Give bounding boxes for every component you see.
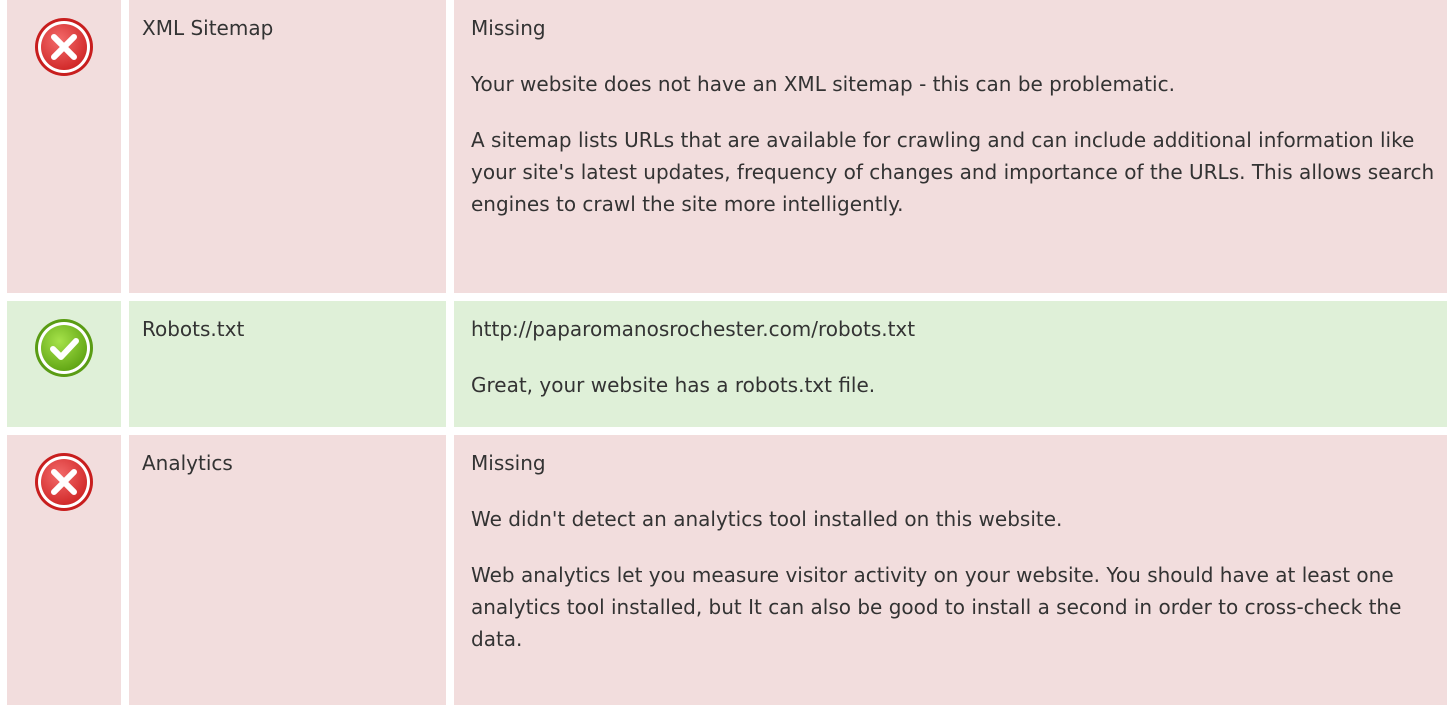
- check-details: http://paparomanosrochester.com/robots.t…: [454, 301, 1447, 427]
- status-cell: [7, 0, 121, 293]
- check-value: Missing: [471, 16, 546, 40]
- check-explanation: A sitemap lists URLs that are available …: [471, 128, 1435, 216]
- check-label: Robots.txt: [129, 301, 446, 427]
- check-label: Analytics: [129, 435, 446, 705]
- check-details: Missing Your website does not have an XM…: [454, 0, 1447, 293]
- check-summary: Your website does not have an XML sitema…: [471, 72, 1175, 96]
- status-cell: [7, 435, 121, 705]
- success-check-icon: [33, 317, 95, 427]
- check-label: XML Sitemap: [129, 0, 446, 293]
- check-explanation: Web analytics let you measure visitor ac…: [471, 563, 1402, 651]
- check-value: http://paparomanosrochester.com/robots.t…: [471, 317, 916, 341]
- check-row-robots-txt: Robots.txt http://paparomanosrochester.c…: [0, 301, 1454, 427]
- check-summary: Great, your website has a robots.txt fil…: [471, 373, 876, 397]
- check-row-xml-sitemap: XML Sitemap Missing Your website does no…: [0, 0, 1454, 293]
- check-details: Missing We didn't detect an analytics to…: [454, 435, 1447, 705]
- status-cell: [7, 301, 121, 427]
- seo-check-table: XML Sitemap Missing Your website does no…: [0, 0, 1454, 705]
- error-x-icon: [33, 16, 95, 293]
- check-value: Missing: [471, 451, 546, 475]
- check-row-analytics: Analytics Missing We didn't detect an an…: [0, 435, 1454, 705]
- error-x-icon: [33, 451, 95, 705]
- check-summary: We didn't detect an analytics tool insta…: [471, 507, 1063, 531]
